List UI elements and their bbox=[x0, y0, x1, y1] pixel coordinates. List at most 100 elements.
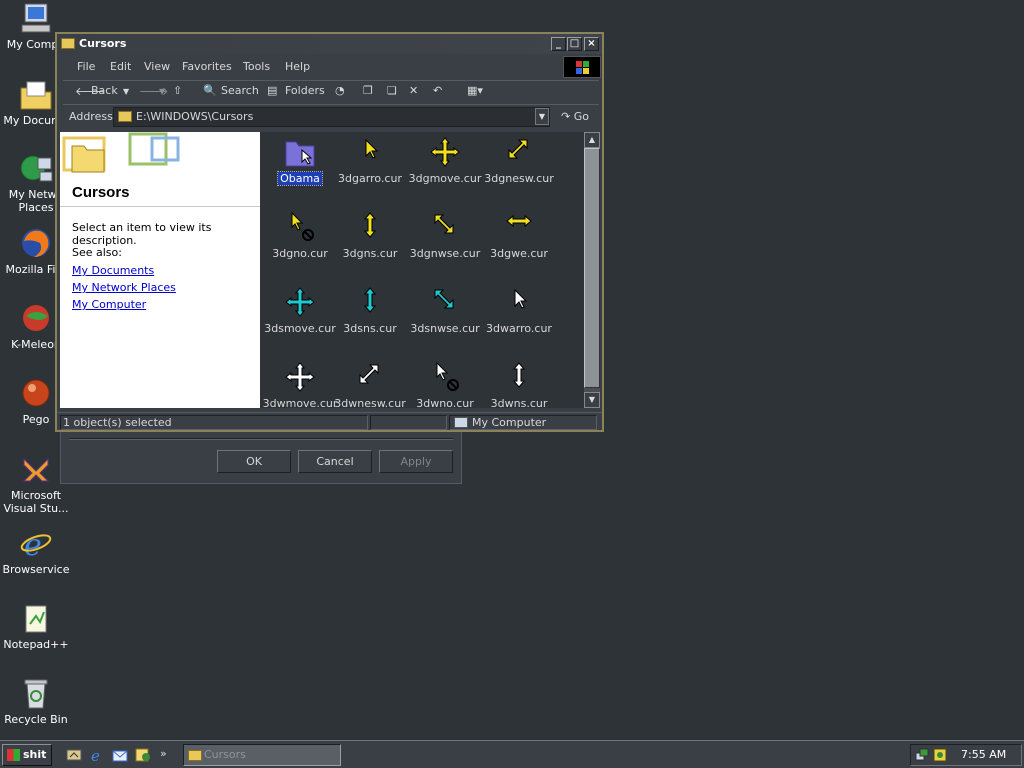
file-item[interactable]: 3dwarro.cur bbox=[479, 286, 559, 335]
status-empty-panel bbox=[370, 415, 447, 430]
file-item[interactable]: 3dsmove.cur bbox=[260, 286, 340, 335]
no-cursor-icon bbox=[429, 361, 461, 393]
move-cursor-icon bbox=[284, 286, 316, 318]
file-item[interactable]: 3dgmove.cur bbox=[405, 136, 485, 185]
desktop-icon-notepadpp[interactable]: Notepad++ bbox=[0, 602, 72, 651]
menu-file[interactable]: File bbox=[77, 60, 95, 73]
back-dropdown-icon[interactable]: ▼ bbox=[123, 87, 129, 96]
file-item[interactable]: 3dwmove.cur bbox=[260, 361, 340, 408]
network-tray-icon[interactable] bbox=[915, 748, 929, 762]
quicklaunch-overflow-icon[interactable]: » bbox=[160, 747, 176, 763]
back-button[interactable]: Back bbox=[91, 84, 118, 97]
delete-icon[interactable]: ✕ bbox=[409, 84, 418, 97]
folder-icon bbox=[284, 136, 316, 168]
scroll-thumb[interactable] bbox=[584, 148, 600, 388]
file-item[interactable]: 3dgnesw.cur bbox=[479, 136, 559, 185]
link-my-documents[interactable]: My Documents bbox=[72, 264, 154, 277]
menu-view[interactable]: View bbox=[144, 60, 170, 73]
start-button[interactable]: shit bbox=[2, 744, 52, 766]
app-tray-icon[interactable] bbox=[933, 748, 947, 762]
taskbar-item-cursors[interactable]: Cursors bbox=[183, 744, 341, 766]
scroll-up-button[interactable]: ▲ bbox=[584, 132, 600, 148]
copy-to-icon[interactable]: ❏ bbox=[387, 84, 397, 97]
move-cursor-icon bbox=[284, 361, 316, 393]
menu-tools[interactable]: Tools bbox=[243, 60, 270, 73]
search-button[interactable]: Search bbox=[221, 84, 259, 97]
arrow-cursor-icon bbox=[354, 136, 386, 168]
status-location-text: My Computer bbox=[472, 416, 547, 429]
desktop-icon-label: Microsoft bbox=[10, 489, 62, 502]
file-item[interactable]: 3dgnwse.cur bbox=[405, 211, 485, 260]
no-cursor-icon bbox=[284, 211, 316, 243]
background-dialog: OK Cancel Apply bbox=[60, 428, 462, 484]
undo-icon[interactable]: ↶ bbox=[433, 84, 442, 97]
history-icon[interactable]: ◔ bbox=[335, 84, 345, 97]
documents-folder-icon bbox=[18, 78, 54, 112]
menu-help[interactable]: Help bbox=[285, 60, 310, 73]
resize-ns-cursor-icon bbox=[354, 286, 386, 318]
clock[interactable]: 7:55 AM bbox=[961, 745, 1006, 765]
scroll-down-button[interactable]: ▼ bbox=[584, 392, 600, 408]
file-item[interactable]: 3dwno.cur bbox=[405, 361, 485, 408]
file-label: 3dwmove.cur bbox=[262, 397, 338, 408]
folders-button[interactable]: Folders bbox=[285, 84, 325, 97]
file-item[interactable]: 3dsnwse.cur bbox=[405, 286, 485, 335]
file-list: Obama 3dgarro.cur 3dgmove.cur 3dgnesw.cu… bbox=[260, 132, 584, 408]
file-item[interactable]: 3dgno.cur bbox=[260, 211, 340, 260]
resize-ns-cursor-icon bbox=[354, 211, 386, 243]
menu-edit[interactable]: Edit bbox=[110, 60, 131, 73]
status-bar: 1 object(s) selected My Computer bbox=[57, 412, 602, 430]
menu-bar: File Edit View Favorites Tools Help bbox=[63, 57, 563, 77]
window-title: Cursors bbox=[79, 37, 127, 50]
taskbar: shit e » Cursors 7:55 AM bbox=[0, 740, 1024, 768]
folders-icon: ▤ bbox=[267, 84, 278, 97]
file-item[interactable]: 3dgns.cur bbox=[330, 211, 410, 260]
maximize-button[interactable]: □ bbox=[567, 37, 582, 51]
file-item[interactable]: 3dwnesw.cur bbox=[330, 361, 410, 408]
windows-logo bbox=[563, 56, 601, 78]
desktop-icon-recycle-bin[interactable]: Recycle Bin bbox=[0, 677, 72, 726]
desktop-icon-browservice[interactable]: e Browservice bbox=[0, 527, 72, 576]
file-label: 3dsmove.cur bbox=[264, 322, 336, 335]
show-desktop-icon[interactable] bbox=[66, 747, 82, 763]
outlook-express-icon[interactable] bbox=[112, 747, 128, 763]
file-item[interactable]: 3dgwe.cur bbox=[479, 211, 559, 260]
file-item[interactable]: 3dsns.cur bbox=[330, 286, 410, 335]
link-my-computer[interactable]: My Computer bbox=[72, 298, 146, 311]
search-icon: 🔍 bbox=[203, 84, 217, 97]
computer-icon bbox=[454, 417, 468, 428]
file-label: 3dgarro.cur bbox=[338, 172, 402, 185]
pego-icon bbox=[18, 377, 54, 411]
file-item[interactable]: 3dgarro.cur bbox=[330, 136, 410, 185]
status-location: My Computer bbox=[449, 415, 597, 430]
file-label: 3dwarro.cur bbox=[486, 322, 552, 335]
menu-favorites[interactable]: Favorites bbox=[182, 60, 232, 73]
media-icon[interactable] bbox=[135, 747, 151, 763]
file-label: 3dgnesw.cur bbox=[484, 172, 554, 185]
ok-button[interactable]: OK bbox=[217, 450, 291, 473]
link-my-network-places[interactable]: My Network Places bbox=[72, 281, 176, 294]
move-cursor-icon bbox=[429, 136, 461, 168]
ie-icon[interactable]: e bbox=[89, 747, 105, 765]
folder-banner-icon bbox=[62, 132, 180, 173]
file-item[interactable]: Obama bbox=[260, 136, 340, 186]
views-icon[interactable]: ▦▾ bbox=[467, 84, 483, 97]
file-item[interactable]: 3dwns.cur bbox=[479, 361, 559, 408]
cancel-button[interactable]: Cancel bbox=[298, 450, 372, 473]
go-button[interactable]: ↷ Go bbox=[561, 110, 589, 123]
recycle-bin-icon bbox=[18, 677, 54, 711]
vertical-scrollbar[interactable]: ▲ ▼ bbox=[584, 132, 600, 408]
move-to-icon[interactable]: ❐ bbox=[363, 84, 373, 97]
up-folder-icon[interactable]: ⇧ bbox=[173, 84, 182, 97]
title-bar[interactable]: Cursors _ □ × bbox=[57, 34, 602, 54]
pane-description: Select an item to view its description. bbox=[72, 221, 212, 247]
windows-flag-icon bbox=[7, 749, 20, 761]
start-label: shit bbox=[23, 748, 47, 761]
address-input[interactable]: E:\WINDOWS\Cursors bbox=[113, 107, 550, 127]
minimize-button[interactable]: _ bbox=[551, 37, 566, 51]
close-button[interactable]: × bbox=[584, 37, 599, 51]
address-dropdown-button[interactable]: ▼ bbox=[535, 108, 549, 125]
firefox-icon bbox=[18, 227, 54, 261]
apply-button[interactable]: Apply bbox=[379, 450, 453, 473]
forward-dropdown-icon[interactable]: ▼ bbox=[159, 87, 165, 96]
